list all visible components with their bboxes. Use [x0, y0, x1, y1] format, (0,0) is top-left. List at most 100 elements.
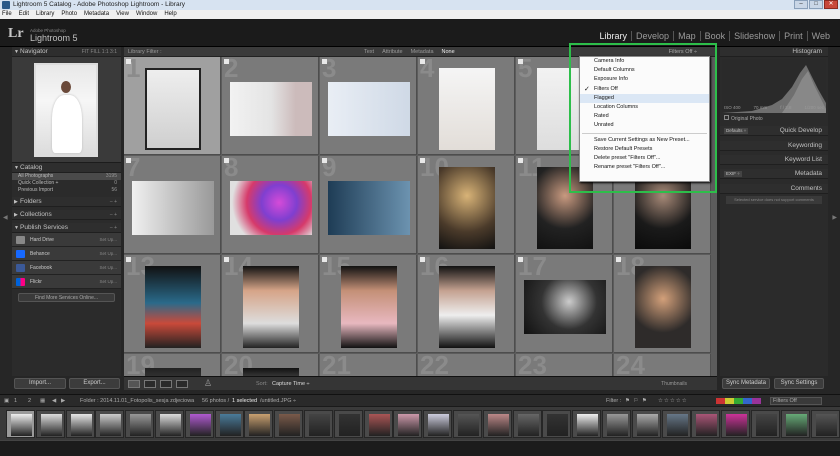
- find-more-services-button[interactable]: Find More Services Online...: [18, 293, 115, 302]
- photo-thumbnail[interactable]: [230, 81, 312, 136]
- photo-thumbnail[interactable]: [341, 265, 397, 348]
- catalog-item-previous-import[interactable]: Previous Import 56: [12, 187, 121, 194]
- export-button[interactable]: Export...: [69, 378, 120, 389]
- metadata-header[interactable]: EXIF ÷ Metadata: [720, 169, 828, 179]
- grid-view-icon[interactable]: [128, 380, 140, 388]
- filmstrip-thumbnail[interactable]: [512, 410, 542, 438]
- filter-tab-attribute[interactable]: Attribute: [382, 47, 402, 57]
- publish-service-facebook[interactable]: Facebook Set Up...: [12, 261, 121, 275]
- module-book[interactable]: Book: [701, 31, 731, 41]
- filmstrip-thumbnail[interactable]: [274, 410, 304, 438]
- grid-cell[interactable]: 22: [418, 354, 515, 376]
- flag-icon[interactable]: [420, 257, 425, 262]
- filmstrip-thumbnail[interactable]: [572, 410, 602, 438]
- navigator-header[interactable]: ▼ Navigator FIT FILL 1:1 3:1: [12, 47, 121, 57]
- survey-view-icon[interactable]: [176, 380, 188, 388]
- menu-item[interactable]: Save Current Settings as New Preset...: [580, 136, 709, 145]
- sync-metadata-button[interactable]: Sync Metadata: [722, 378, 770, 389]
- publish-service-flickr[interactable]: Flickr Set Up...: [12, 275, 121, 289]
- publish-services-header[interactable]: ▼ Publish Services – +: [12, 223, 121, 233]
- publish-service-hard-drive[interactable]: Hard Drive Set Up...: [12, 233, 121, 247]
- filmstrip-thumbnail[interactable]: [542, 410, 572, 438]
- photo-thumbnail[interactable]: [243, 265, 299, 348]
- filmstrip-thumbnail[interactable]: [810, 410, 840, 438]
- filmstrip-thumbnail[interactable]: [363, 410, 393, 438]
- painter-icon[interactable]: ♙: [204, 378, 212, 389]
- menu-edit[interactable]: Edit: [19, 10, 29, 19]
- menu-item[interactable]: Rated: [580, 112, 709, 121]
- flag-icon[interactable]: [616, 257, 621, 262]
- grid-cell[interactable]: 21: [320, 354, 417, 376]
- module-print[interactable]: Print: [780, 31, 808, 41]
- photo-thumbnail[interactable]: [132, 180, 214, 235]
- photo-thumbnail[interactable]: [145, 368, 201, 376]
- menu-library[interactable]: Library: [36, 10, 54, 19]
- sort-dropdown[interactable]: Capture Time ÷: [272, 377, 310, 391]
- thumbnail-size-slider[interactable]: Thumbnails: [661, 377, 687, 391]
- color-label-filter[interactable]: [716, 398, 761, 404]
- menu-help[interactable]: Help: [164, 10, 176, 19]
- menu-window[interactable]: Window: [136, 10, 157, 19]
- menu-item[interactable]: ✓ Filters Off: [580, 85, 709, 94]
- quick-develop-header[interactable]: Defaults ÷ Quick Develop: [720, 126, 828, 136]
- module-develop[interactable]: Develop: [632, 31, 675, 41]
- photo-thumbnail[interactable]: [635, 265, 691, 348]
- grid-cell[interactable]: 1: [124, 57, 221, 155]
- photo-thumbnail[interactable]: [145, 265, 201, 348]
- menu-item[interactable]: Rename preset "Filters Off"...: [580, 163, 709, 172]
- grid-cell[interactable]: 19: [124, 354, 221, 376]
- flag-icon[interactable]: [322, 59, 327, 64]
- compare-view-icon[interactable]: [160, 380, 172, 388]
- grid-cell[interactable]: 10: [418, 156, 515, 254]
- service-setup[interactable]: Set Up...: [99, 247, 117, 261]
- grid-cell[interactable]: 2: [222, 57, 319, 155]
- filmstrip-thumbnail[interactable]: [691, 410, 721, 438]
- grid-cell[interactable]: 9: [320, 156, 417, 254]
- menu-metadata[interactable]: Metadata: [84, 10, 109, 19]
- menu-item[interactable]: Flagged: [580, 93, 709, 103]
- photo-thumbnail[interactable]: [328, 81, 410, 136]
- flag-icon[interactable]: [518, 59, 523, 64]
- menu-item[interactable]: Unrated: [580, 121, 709, 130]
- grid-cell[interactable]: 16: [418, 255, 515, 353]
- filmstrip-thumbnail[interactable]: [602, 410, 631, 438]
- catalog-item-all-photographs[interactable]: All Photographs 3195: [12, 173, 121, 180]
- catalog-item-quick-collection[interactable]: Quick Collection + 0: [12, 180, 121, 187]
- maximize-button[interactable]: □: [809, 0, 823, 9]
- filmstrip-thumbnail[interactable]: [95, 410, 125, 438]
- service-setup[interactable]: Set Up...: [99, 275, 117, 289]
- filmstrip-thumbnail[interactable]: [721, 410, 751, 438]
- histogram-header[interactable]: Histogram: [720, 47, 828, 57]
- flag-icon[interactable]: [224, 59, 229, 64]
- filmstrip-thumbnail[interactable]: [184, 410, 214, 438]
- filter-tab-text[interactable]: Text: [364, 47, 374, 57]
- menu-item[interactable]: Default Columns: [580, 66, 709, 75]
- flag-icon[interactable]: [518, 158, 523, 163]
- menu-item[interactable]: Delete preset "Filters Off"...: [580, 154, 709, 163]
- menu-item[interactable]: Camera Info: [580, 57, 709, 66]
- photo-thumbnail[interactable]: [439, 166, 495, 249]
- collections-header[interactable]: ▶ Collections – +: [12, 210, 121, 220]
- publish-add-icon[interactable]: – +: [110, 223, 117, 233]
- filter-tab-none[interactable]: None: [442, 47, 455, 57]
- filmstrip-thumbnail[interactable]: [214, 410, 244, 438]
- filmstrip-filter-preset[interactable]: Filters Off: [770, 397, 822, 405]
- menu-photo[interactable]: Photo: [61, 10, 77, 19]
- flag-icon[interactable]: [126, 59, 131, 64]
- menu-item[interactable]: Location Columns: [580, 103, 709, 112]
- filter-tab-metadata[interactable]: Metadata: [411, 47, 434, 57]
- module-map[interactable]: Map: [674, 31, 701, 41]
- flag-icon[interactable]: [420, 59, 425, 64]
- folders-add-icon[interactable]: – +: [110, 197, 117, 207]
- filmstrip-thumbnail[interactable]: [661, 410, 691, 438]
- flag-icon[interactable]: [224, 257, 229, 262]
- flag-icon[interactable]: [420, 158, 425, 163]
- photo-thumbnail[interactable]: [439, 265, 495, 348]
- grid-cell[interactable]: 23: [516, 354, 613, 376]
- filmstrip-thumbnail[interactable]: [482, 410, 512, 438]
- filmstrip-thumbnail[interactable]: [333, 410, 363, 438]
- filmstrip-thumbnail[interactable]: [65, 410, 95, 438]
- filmstrip-thumbnail[interactable]: [393, 410, 423, 438]
- photo-thumbnail[interactable]: [524, 279, 606, 334]
- metadata-preset[interactable]: EXIF ÷: [724, 171, 742, 177]
